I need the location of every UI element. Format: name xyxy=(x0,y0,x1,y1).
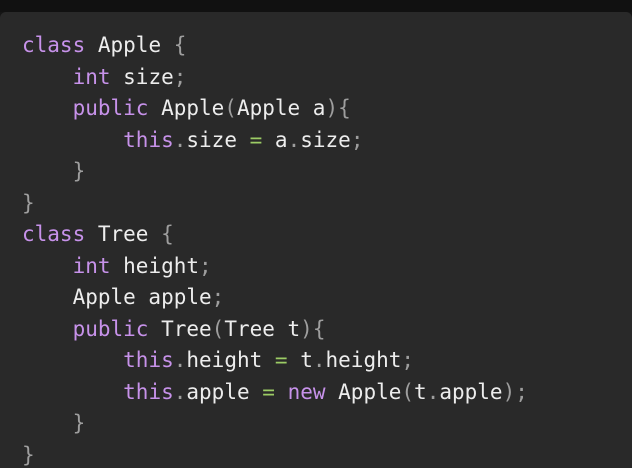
punctuation-token: . xyxy=(173,379,187,404)
identifier-token xyxy=(22,65,73,89)
code-line: this.height = t.height; xyxy=(22,345,528,377)
identifier-token: size xyxy=(186,127,237,152)
identifier-token: t xyxy=(414,379,427,404)
punctuation-token: . xyxy=(287,127,301,152)
identifier-token: a xyxy=(262,127,288,152)
keyword-token: public xyxy=(72,316,149,341)
punctuation-token: ( xyxy=(211,316,225,341)
identifier-token: height xyxy=(325,348,402,372)
identifier-token xyxy=(262,348,275,372)
identifier-token: size xyxy=(110,64,174,89)
identifier-token: Apple xyxy=(325,379,402,404)
identifier-token: apple xyxy=(439,379,503,404)
code-block: class Apple { int size; public Apple(App… xyxy=(0,12,632,468)
identifier-token: Tree xyxy=(85,222,162,246)
punctuation-token: } xyxy=(72,411,86,435)
code-line: this.size = a.size; xyxy=(22,125,528,157)
identifier-token xyxy=(22,317,73,341)
code-listing: class Apple { int size; public Apple(App… xyxy=(22,30,528,468)
identifier-token: Apple apple xyxy=(22,285,212,309)
identifier-token xyxy=(237,128,250,152)
identifier-token: t xyxy=(287,348,313,372)
punctuation-token: ( xyxy=(224,96,237,120)
keyword-token: this xyxy=(123,127,174,152)
punctuation-token: ){ xyxy=(325,96,351,120)
punctuation-token: . xyxy=(173,127,187,152)
punctuation-token: . xyxy=(173,348,187,372)
identifier-token: height xyxy=(186,348,263,372)
code-line: } xyxy=(22,408,528,440)
punctuation-token: . xyxy=(312,348,326,372)
punctuation-token: } xyxy=(22,442,35,467)
code-line: } xyxy=(22,188,528,220)
identifier-token: Tree xyxy=(148,316,212,341)
identifier-token: Apple a xyxy=(236,96,326,120)
keyword-token: int xyxy=(72,253,111,278)
operator-token: = xyxy=(274,348,288,372)
code-line: Apple apple; xyxy=(22,282,528,314)
punctuation-token: ; xyxy=(401,348,415,372)
identifier-token: Apple xyxy=(148,96,225,120)
identifier-token xyxy=(22,254,73,278)
punctuation-token: ; xyxy=(199,253,212,278)
identifier-token xyxy=(22,159,73,183)
punctuation-token: ( xyxy=(401,379,415,404)
code-line: public Tree(Tree t){ xyxy=(22,314,528,346)
identifier-token: height xyxy=(110,253,200,278)
keyword-token: this xyxy=(123,379,174,404)
identifier-token xyxy=(250,380,263,404)
keyword-token: class xyxy=(22,222,86,246)
identifier-token: Apple xyxy=(97,33,162,57)
operator-token: = xyxy=(262,379,275,404)
identifier-token xyxy=(22,411,73,435)
identifier-token: apple xyxy=(186,379,250,404)
code-line: } xyxy=(22,440,528,468)
code-line: int height; xyxy=(22,251,528,283)
code-line: public Apple(Apple a){ xyxy=(22,93,528,125)
code-line: int size; xyxy=(22,62,528,94)
punctuation-token: . xyxy=(426,379,440,404)
identifier-token: Tree t xyxy=(224,316,301,341)
punctuation-token: } xyxy=(72,159,86,183)
operator-token: = xyxy=(249,127,263,152)
identifier-token xyxy=(22,96,73,120)
identifier-token xyxy=(275,380,288,404)
punctuation-token: { xyxy=(173,33,187,57)
punctuation-token: } xyxy=(22,190,35,215)
code-line: } xyxy=(22,156,528,188)
identifier-token xyxy=(22,348,123,372)
code-line: this.apple = new Apple(t.apple); xyxy=(22,377,528,409)
keyword-token: new xyxy=(287,379,326,404)
punctuation-token: ; xyxy=(350,127,364,152)
code-line: class Tree { xyxy=(22,219,528,251)
keyword-token: this xyxy=(123,348,174,372)
identifier-token xyxy=(22,128,123,152)
keyword-token: class xyxy=(22,33,86,57)
punctuation-token: { xyxy=(161,222,174,246)
punctuation-token: ; xyxy=(211,285,225,309)
identifier-token xyxy=(22,380,123,404)
punctuation-token: ; xyxy=(173,64,187,89)
identifier-token xyxy=(161,33,174,57)
keyword-token: int xyxy=(72,64,111,89)
code-line: class Apple { xyxy=(22,30,528,62)
identifier-token xyxy=(85,33,98,57)
identifier-token: size xyxy=(300,127,351,152)
punctuation-token: ){ xyxy=(300,316,326,341)
top-bar xyxy=(0,0,632,12)
punctuation-token: ); xyxy=(502,379,528,404)
keyword-token: public xyxy=(72,96,149,120)
